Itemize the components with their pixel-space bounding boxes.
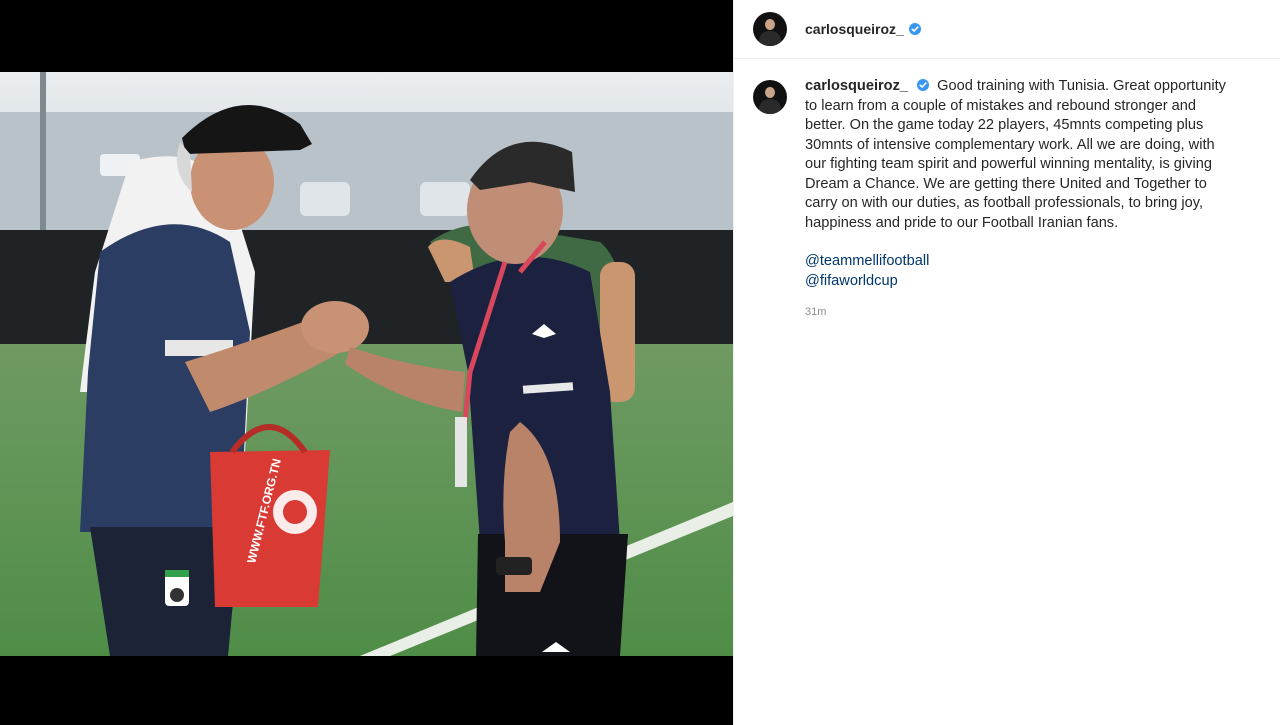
profile-avatar[interactable] — [753, 12, 787, 46]
header-username[interactable]: carlosqueiroz_ — [805, 21, 904, 37]
post-header: carlosqueiroz_ — [734, 0, 1280, 59]
media-pane: WWW.FTF.ORG.TN — [0, 0, 733, 725]
post-timestamp[interactable]: 31m — [805, 303, 1237, 323]
mention-link[interactable]: @teammellifootball — [805, 252, 1237, 272]
caption-text-block: carlosqueiroz_ Good training with Tunisi… — [805, 77, 1237, 323]
instagram-post-modal: WWW.FTF.ORG.TN carlosqueiroz_ carlosquei… — [0, 0, 1280, 725]
caption-text: Good training with Tunisia. Great opport… — [805, 78, 1226, 231]
mentions: @teammellifootball @fifaworldcup — [805, 252, 1237, 291]
post-photo[interactable]: WWW.FTF.ORG.TN — [0, 72, 733, 656]
post-sidebar: carlosqueiroz_ carlosqueiroz_ Good train… — [733, 0, 1280, 725]
verified-badge-icon — [917, 79, 930, 91]
caption-avatar[interactable] — [753, 80, 787, 114]
caption-block: carlosqueiroz_ Good training with Tunisi… — [734, 59, 1280, 323]
verified-badge-icon — [908, 23, 921, 35]
mention-link[interactable]: @fifaworldcup — [805, 272, 1237, 292]
caption-username[interactable]: carlosqueiroz_ — [805, 78, 908, 94]
